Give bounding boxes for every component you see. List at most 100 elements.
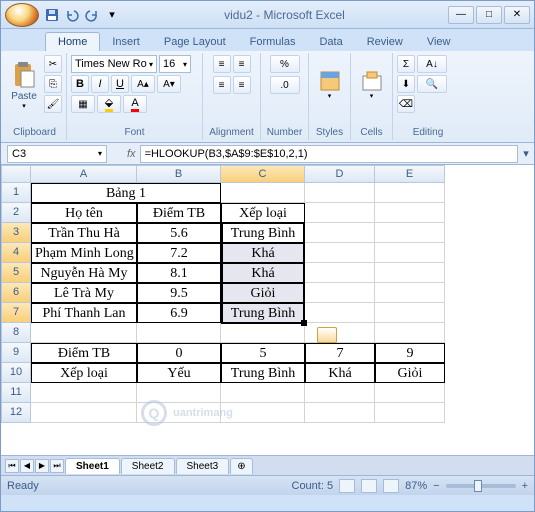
col-header-D[interactable]: D [305, 165, 375, 183]
cell-D7[interactable] [305, 303, 375, 323]
sheet-nav-next[interactable]: ▶ [35, 459, 49, 473]
cell-E8[interactable] [375, 323, 445, 343]
cell-B4[interactable]: 7.2 [137, 243, 221, 263]
align-top-icon[interactable]: ≡ [213, 55, 231, 73]
font-name-combo[interactable]: Times New Ro▾ [71, 55, 157, 73]
format-painter-icon[interactable]: 🖌 [44, 95, 62, 113]
fill-color-icon[interactable]: ⬙ [97, 95, 121, 113]
sheet-nav-first[interactable]: ⏮ [5, 459, 19, 473]
maximize-button[interactable]: □ [476, 6, 502, 24]
view-layout-icon[interactable] [361, 479, 377, 493]
cell-D10[interactable]: Khá [305, 363, 375, 383]
cell-C9[interactable]: 5 [221, 343, 305, 363]
cell-C6[interactable]: Giỏi [221, 283, 305, 303]
align-middle-icon[interactable]: ≡ [233, 55, 251, 73]
paste-button[interactable]: Paste ▾ [7, 55, 41, 115]
zoom-in-icon[interactable]: + [522, 480, 528, 492]
cell-E7[interactable] [375, 303, 445, 323]
autosum-icon[interactable]: Σ [397, 55, 415, 73]
cell-E3[interactable] [375, 223, 445, 243]
zoom-out-icon[interactable]: − [433, 480, 439, 492]
col-header-B[interactable]: B [137, 165, 221, 183]
cell-C5[interactable]: Khá [221, 263, 305, 283]
cell-E10[interactable]: Giỏi [375, 363, 445, 383]
cell-A10[interactable]: Xếp loại [31, 363, 137, 383]
cell-A2[interactable]: Họ tên [31, 203, 137, 223]
cell-D5[interactable] [305, 263, 375, 283]
cell-C10[interactable]: Trung Bình [221, 363, 305, 383]
new-sheet-icon[interactable]: ⊕ [230, 458, 252, 474]
view-break-icon[interactable] [383, 479, 399, 493]
row-header-11[interactable]: 11 [1, 383, 31, 403]
find-icon[interactable]: 🔍 [417, 75, 447, 93]
shrink-font-icon[interactable]: A▾ [157, 75, 181, 93]
cell-A8[interactable] [31, 323, 137, 343]
col-header-A[interactable]: A [31, 165, 137, 183]
cell-C4[interactable]: Khá [221, 243, 305, 263]
row-header-9[interactable]: 9 [1, 343, 31, 363]
cell-C2[interactable]: Xếp loại [221, 203, 305, 223]
cut-icon[interactable]: ✂ [44, 55, 62, 73]
col-header-C[interactable]: C [221, 165, 305, 183]
tab-page-layout[interactable]: Page Layout [152, 33, 238, 51]
cell-D1[interactable] [305, 183, 375, 203]
align-left-icon[interactable]: ≡ [213, 76, 231, 94]
percent-button[interactable]: % [270, 55, 300, 73]
zoom-level[interactable]: 87% [405, 480, 427, 492]
cell-E12[interactable] [375, 403, 445, 423]
cell-D12[interactable] [305, 403, 375, 423]
name-box[interactable]: C3▾ [7, 145, 107, 163]
cell-E11[interactable] [375, 383, 445, 403]
cell-C7[interactable]: Trung Bình [221, 303, 305, 323]
save-icon[interactable] [43, 6, 61, 24]
cell-B12[interactable] [137, 403, 221, 423]
cell-D4[interactable] [305, 243, 375, 263]
row-header-1[interactable]: 1 [1, 183, 31, 203]
clear-icon[interactable]: ⌫ [397, 95, 415, 113]
row-header-7[interactable]: 7 [1, 303, 31, 323]
cell-B5[interactable]: 8.1 [137, 263, 221, 283]
row-header-5[interactable]: 5 [1, 263, 31, 283]
styles-button[interactable]: ▾ [313, 55, 346, 115]
cell-C1[interactable] [221, 183, 305, 203]
cell-E6[interactable] [375, 283, 445, 303]
font-color-icon[interactable]: A [123, 95, 147, 113]
sort-filter-icon[interactable]: A↓ [417, 55, 447, 73]
underline-button[interactable]: U [111, 75, 129, 93]
cell-A11[interactable] [31, 383, 137, 403]
cell-E2[interactable] [375, 203, 445, 223]
grow-font-icon[interactable]: A▴ [131, 75, 155, 93]
cell-B8[interactable] [137, 323, 221, 343]
cell-B6[interactable]: 9.5 [137, 283, 221, 303]
minimize-button[interactable]: — [448, 6, 474, 24]
cell-D2[interactable] [305, 203, 375, 223]
cell-A12[interactable] [31, 403, 137, 423]
row-header-3[interactable]: 3 [1, 223, 31, 243]
row-header-12[interactable]: 12 [1, 403, 31, 423]
cell-D11[interactable] [305, 383, 375, 403]
row-header-10[interactable]: 10 [1, 363, 31, 383]
italic-button[interactable]: I [91, 75, 109, 93]
cell-A9[interactable]: Điểm TB [31, 343, 137, 363]
col-header-E[interactable]: E [375, 165, 445, 183]
zoom-slider[interactable] [446, 484, 516, 488]
cell-D6[interactable] [305, 283, 375, 303]
border-icon[interactable]: ▦ [71, 95, 95, 113]
cell-B10[interactable]: Yếu [137, 363, 221, 383]
row-header-6[interactable]: 6 [1, 283, 31, 303]
close-button[interactable]: ✕ [504, 6, 530, 24]
cell-B7[interactable]: 6.9 [137, 303, 221, 323]
tab-review[interactable]: Review [355, 33, 415, 51]
cell-C3[interactable]: Trung Bình [221, 223, 305, 243]
row-header-4[interactable]: 4 [1, 243, 31, 263]
office-button[interactable] [5, 3, 39, 27]
cell-D3[interactable] [305, 223, 375, 243]
row-header-8[interactable]: 8 [1, 323, 31, 343]
cell-C8[interactable] [221, 323, 305, 343]
tab-home[interactable]: Home [45, 32, 100, 51]
cell-B2[interactable]: Điểm TB [137, 203, 221, 223]
cell-A7[interactable]: Phí Thanh Lan [31, 303, 137, 323]
cell-E4[interactable] [375, 243, 445, 263]
tab-insert[interactable]: Insert [100, 33, 152, 51]
select-all-corner[interactable] [1, 165, 31, 183]
